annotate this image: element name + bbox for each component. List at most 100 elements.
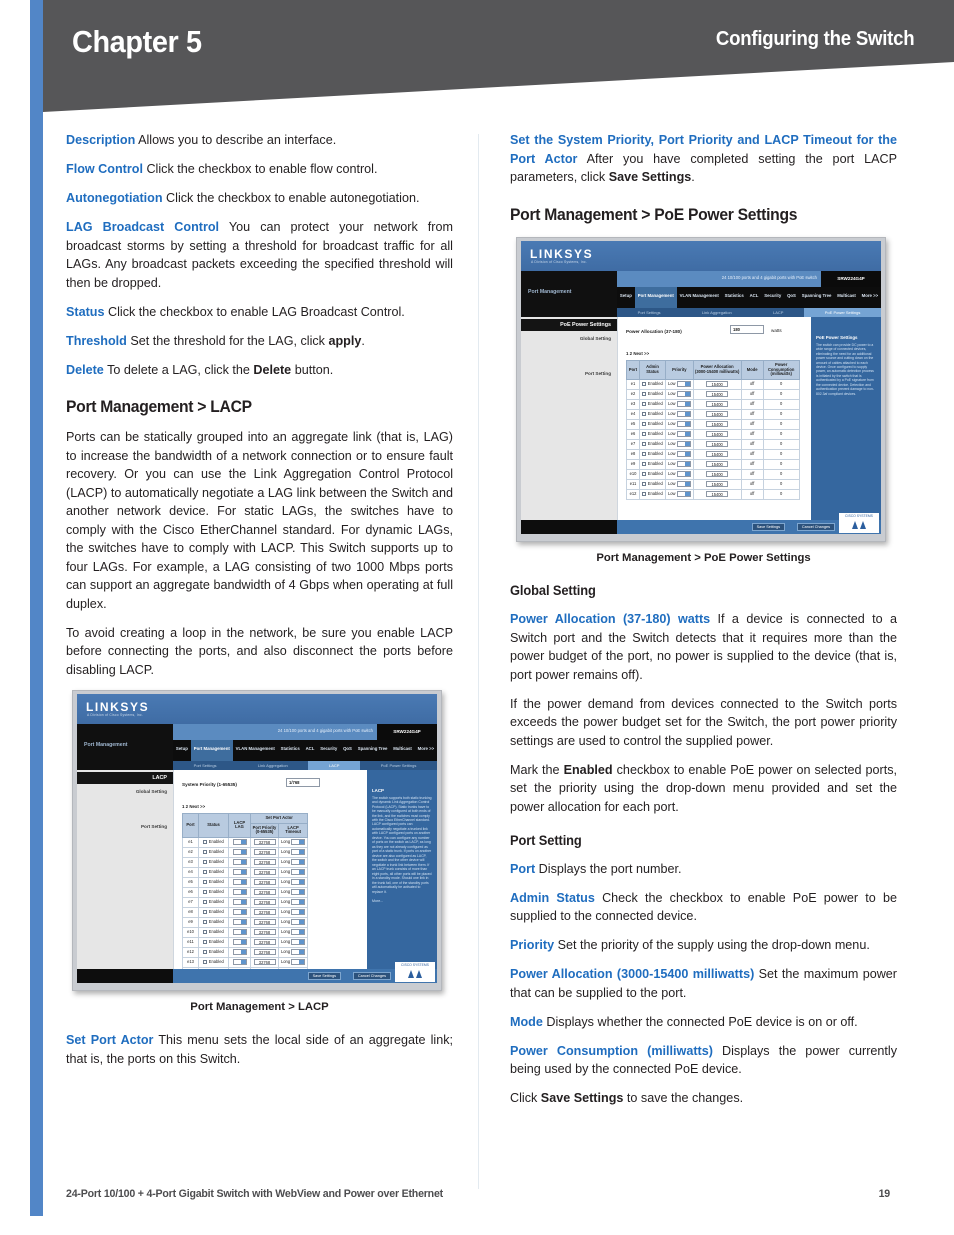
cell-priority[interactable]: Low	[665, 428, 694, 440]
cell-power-allocation[interactable]: 15400	[692, 438, 742, 450]
lag-select[interactable]	[232, 959, 247, 966]
cell-lacp-lag[interactable]	[228, 916, 251, 928]
subtab-lacp[interactable]: LACP	[752, 308, 804, 317]
admin-status-checkbox[interactable]	[642, 461, 647, 466]
subtab-poe-power-settings[interactable]: PoE Power Settings	[804, 307, 881, 317]
port-priority-input[interactable]: 32768	[253, 858, 276, 865]
cell-lacp-lag[interactable]	[228, 886, 251, 898]
lacp-pager[interactable]: 1 2 Next >>	[182, 804, 367, 810]
status-checkbox[interactable]	[203, 839, 208, 844]
timeout-select[interactable]	[291, 849, 306, 856]
lacp-help-more-link[interactable]: More...	[372, 899, 432, 904]
port-priority-input[interactable]: 32768	[253, 948, 276, 955]
lag-select[interactable]	[232, 949, 247, 956]
cell-lacp-timeout[interactable]: Long	[277, 916, 309, 928]
admin-status-checkbox[interactable]	[642, 391, 647, 396]
cell-port-priority[interactable]: 32768	[250, 956, 279, 968]
cell-priority[interactable]: Low	[665, 418, 694, 430]
admin-status-checkbox[interactable]	[642, 451, 647, 456]
cell-lacp-timeout[interactable]: Long	[277, 846, 309, 858]
cell-status[interactable]: Enabled	[198, 936, 229, 948]
lacp-save-settings-button[interactable]: Save Settings	[307, 971, 341, 980]
cell-priority[interactable]: Low	[665, 408, 694, 420]
poe-subtab-bar[interactable]: Port Settings Link Aggregation LACP PoE …	[617, 307, 881, 317]
tab-multicast[interactable]: Multicast	[834, 287, 858, 308]
cell-lacp-timeout[interactable]: Long	[277, 856, 309, 868]
lag-select[interactable]	[232, 869, 247, 876]
priority-select[interactable]	[676, 461, 691, 468]
admin-status-checkbox[interactable]	[642, 431, 647, 436]
cell-priority[interactable]: Low	[665, 458, 694, 470]
status-checkbox[interactable]	[203, 849, 208, 854]
power-allocation-input[interactable]: 15400	[706, 430, 729, 437]
lacp-system-priority-input[interactable]: 1/768	[286, 777, 320, 787]
lag-select[interactable]	[232, 879, 247, 886]
status-checkbox[interactable]	[203, 899, 208, 904]
tab-security[interactable]: Security	[761, 287, 784, 308]
poe-pager[interactable]: 1 2 Next >>	[626, 351, 811, 357]
cell-status[interactable]: Enabled	[198, 906, 229, 918]
cell-power-allocation[interactable]: 15400	[692, 398, 742, 410]
admin-status-checkbox[interactable]	[642, 471, 647, 476]
cell-power-allocation[interactable]: 15400	[692, 448, 742, 460]
subtab-port-settings[interactable]: Port Settings	[173, 761, 237, 770]
port-priority-input[interactable]: 32768	[253, 958, 276, 965]
tab-acl[interactable]: ACL	[747, 287, 762, 308]
priority-select[interactable]	[676, 441, 691, 448]
port-priority-input[interactable]: 32768	[253, 838, 276, 845]
cell-admin-status[interactable]: Enabled	[639, 398, 666, 410]
cell-status[interactable]: Enabled	[198, 946, 229, 958]
cell-priority[interactable]: Low	[665, 468, 694, 480]
tab-port-management[interactable]: Port Management	[634, 286, 677, 308]
cell-status[interactable]: Enabled	[198, 866, 229, 878]
power-allocation-input[interactable]: 15400	[706, 470, 729, 477]
cell-lacp-lag[interactable]	[228, 896, 251, 908]
priority-select[interactable]	[676, 431, 691, 438]
cell-priority[interactable]: Low	[665, 488, 694, 500]
admin-status-checkbox[interactable]	[642, 441, 647, 446]
cell-power-allocation[interactable]: 15400	[692, 408, 742, 420]
priority-select[interactable]	[676, 381, 691, 388]
port-priority-input[interactable]: 32768	[253, 868, 276, 875]
tab-spanning-tree[interactable]: Spanning Tree	[799, 287, 834, 308]
poe-tab-bar[interactable]: Setup Port Management VLAN Management St…	[617, 286, 881, 308]
cell-port-priority[interactable]: 32768	[250, 886, 279, 898]
subtab-lacp[interactable]: LACP	[308, 760, 361, 770]
cell-status[interactable]: Enabled	[198, 836, 229, 848]
cell-lacp-lag[interactable]	[228, 856, 251, 868]
cell-lacp-timeout[interactable]: Long	[277, 956, 309, 968]
cell-lacp-lag[interactable]	[228, 936, 251, 948]
subtab-port-settings[interactable]: Port Settings	[617, 308, 681, 317]
tab-multicast[interactable]: Multicast	[390, 740, 414, 761]
cell-lacp-lag[interactable]	[228, 846, 251, 858]
timeout-select[interactable]	[291, 959, 306, 966]
admin-status-checkbox[interactable]	[642, 401, 647, 406]
priority-select[interactable]	[676, 481, 691, 488]
status-checkbox[interactable]	[203, 859, 208, 864]
power-allocation-input[interactable]: 15400	[706, 420, 729, 427]
cell-status[interactable]: Enabled	[198, 916, 229, 928]
timeout-select[interactable]	[291, 949, 306, 956]
timeout-select[interactable]	[291, 929, 306, 936]
cell-port-priority[interactable]: 32768	[250, 946, 279, 958]
tab-spanning-tree[interactable]: Spanning Tree	[355, 740, 390, 761]
priority-select[interactable]	[676, 401, 691, 408]
cell-admin-status[interactable]: Enabled	[639, 488, 666, 500]
power-allocation-input[interactable]: 15400	[706, 450, 729, 457]
lag-select[interactable]	[232, 919, 247, 926]
cell-port-priority[interactable]: 32768	[250, 866, 279, 878]
tab-security[interactable]: Security	[317, 740, 340, 761]
cell-power-allocation[interactable]: 15400	[692, 388, 742, 400]
lag-select[interactable]	[232, 889, 247, 896]
cell-port-priority[interactable]: 32768	[250, 916, 279, 928]
cell-status[interactable]: Enabled	[198, 956, 229, 968]
cell-power-allocation[interactable]: 15400	[692, 468, 742, 480]
timeout-select[interactable]	[291, 919, 306, 926]
cell-priority[interactable]: Low	[665, 438, 694, 450]
lag-select[interactable]	[232, 929, 247, 936]
timeout-select[interactable]	[291, 889, 306, 896]
priority-select[interactable]	[676, 391, 691, 398]
priority-select[interactable]	[676, 471, 691, 478]
tab-vlan-management[interactable]: VLAN Management	[233, 740, 278, 761]
tab-more[interactable]: More >>	[859, 287, 881, 308]
